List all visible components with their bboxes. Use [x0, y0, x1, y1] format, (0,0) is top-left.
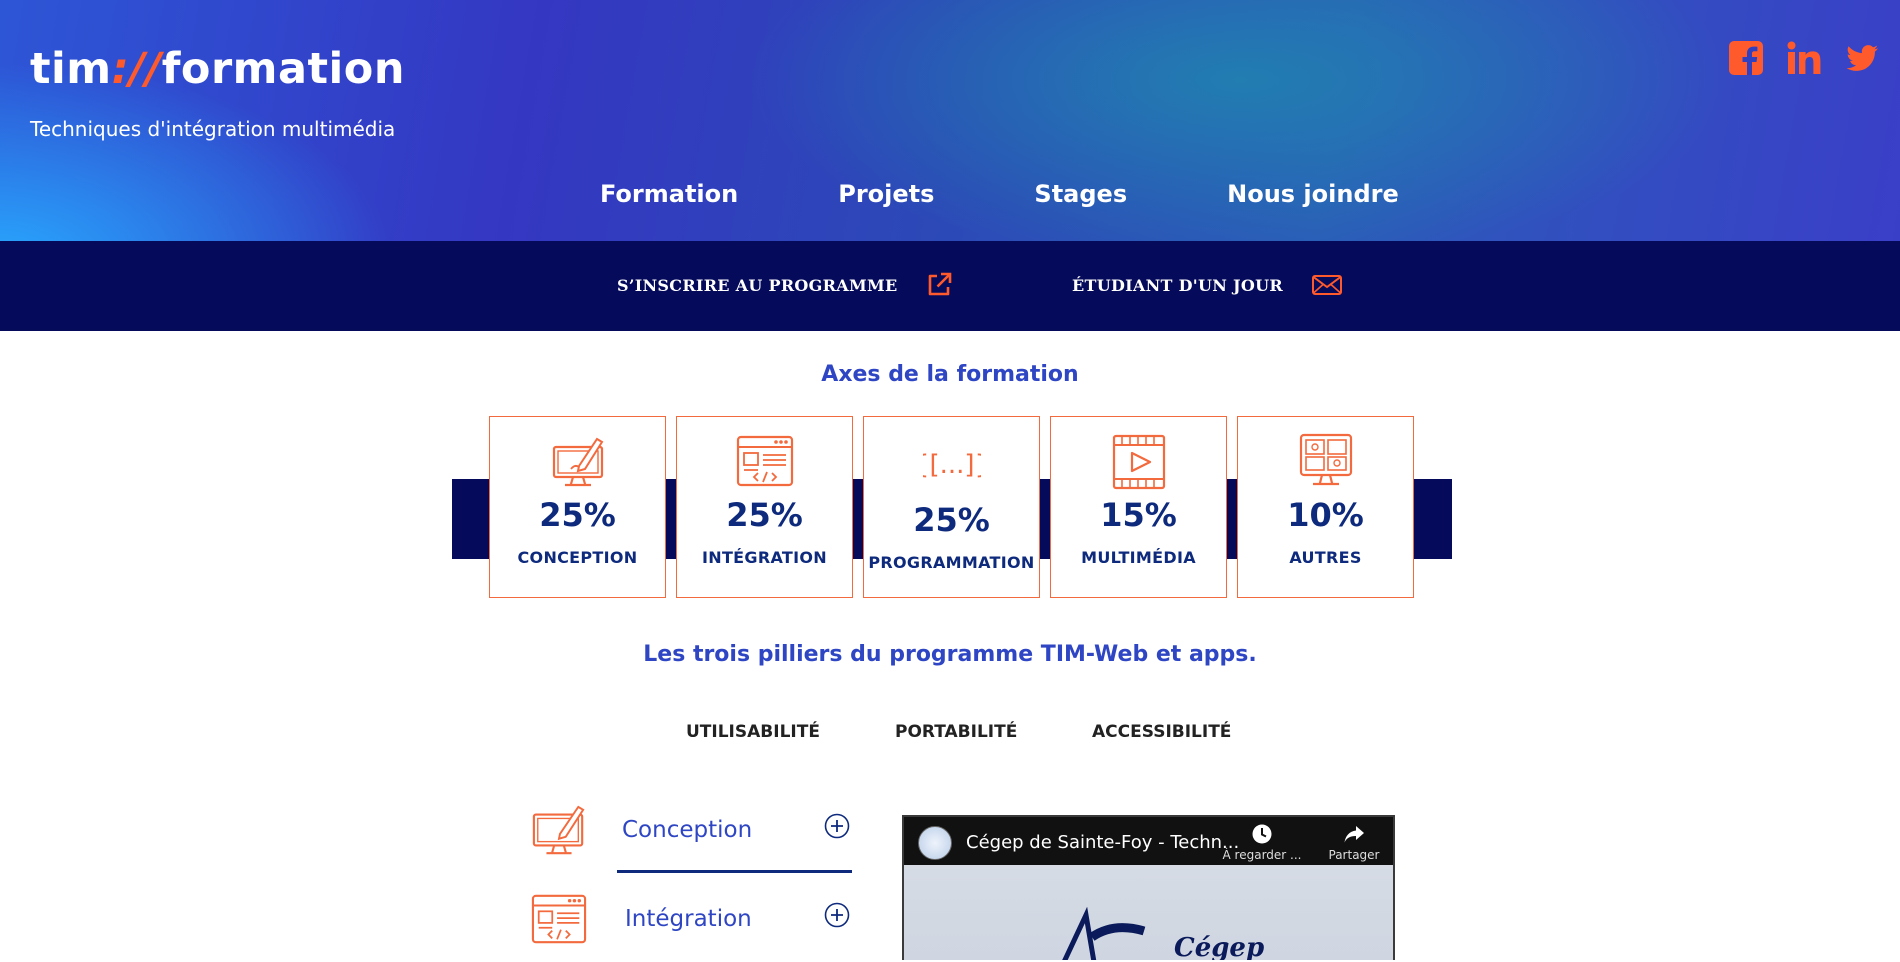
video-top-bar: Cégep de Sainte-Foy - Techn... À regarde…	[904, 817, 1393, 865]
pillar-tab-utilisabilite[interactable]: UTILISABILITÉ	[686, 722, 820, 742]
facebook-icon	[1729, 41, 1763, 75]
share-button[interactable]: Partager	[1324, 823, 1384, 862]
accordion-item-integration[interactable]: Intégration	[530, 892, 852, 962]
site-header: tim://formation Techniques d'intégration…	[0, 0, 1900, 241]
svg-text:{[...]}: {[...]}	[923, 450, 981, 480]
clock-icon	[1252, 824, 1272, 844]
watch-later-label: À regarder ...	[1222, 848, 1302, 862]
pillars-heading: Les trois pilliers du programme TIM-Web …	[643, 642, 1257, 667]
axis-value: 25%	[726, 496, 803, 534]
accordion-title: Intégration	[625, 906, 752, 932]
accordion-item-conception[interactable]: Conception	[530, 803, 852, 873]
axis-label: MULTIMÉDIA	[1081, 548, 1196, 567]
external-link-icon	[929, 272, 952, 296]
monitor-pencil-icon	[552, 437, 603, 487]
browser-code-icon	[531, 894, 587, 944]
axes-heading: Axes de la formation	[821, 362, 1079, 387]
logo-text-tim: tim	[30, 44, 112, 94]
axis-card-integration: 25% INTÉGRATION	[676, 416, 853, 598]
site-logo[interactable]: tim://formation	[30, 44, 405, 94]
video-title[interactable]: Cégep de Sainte-Foy - Techn...	[966, 832, 1239, 853]
pillar-tab-accessibilite[interactable]: ACCESSIBILITÉ	[1092, 722, 1231, 742]
axis-label: AUTRES	[1289, 548, 1362, 567]
accordion-title: Conception	[622, 817, 753, 843]
twitter-link[interactable]	[1844, 40, 1880, 76]
plus-circle-icon[interactable]	[824, 813, 850, 839]
main-nav: Formation Projets Stages Nous joindre	[600, 180, 1399, 208]
site-tagline: Techniques d'intégration multimédia	[30, 117, 396, 141]
register-program-label: S’INSCRIRE AU PROGRAMME	[617, 275, 898, 295]
mail-icon	[1312, 275, 1343, 295]
channel-avatar[interactable]	[918, 826, 952, 860]
axis-card-conception: 25% CONCEPTION	[489, 416, 666, 598]
axis-card-multimedia: 15% MULTIMÉDIA	[1050, 416, 1227, 598]
accordion-active-underline	[617, 870, 852, 873]
pillar-tab-portabilite[interactable]: PORTABILITÉ	[895, 722, 1017, 742]
axis-label: PROGRAMMATION	[868, 553, 1035, 572]
logo-text-slash: ://	[111, 44, 162, 94]
register-program-link[interactable]: S’INSCRIRE AU PROGRAMME	[617, 271, 953, 299]
monitor-pencil-icon	[532, 805, 585, 855]
axis-label: CONCEPTION	[517, 548, 638, 567]
share-label: Partager	[1328, 848, 1380, 862]
nav-projets[interactable]: Projets	[838, 180, 934, 208]
monitor-grid-icon	[1299, 433, 1352, 486]
student-day-label: ÉTUDIANT D'UN JOUR	[1072, 275, 1284, 295]
nav-stages[interactable]: Stages	[1034, 180, 1127, 208]
axis-value: 10%	[1287, 496, 1364, 534]
axis-card-autres: 10% AUTRES	[1237, 416, 1414, 598]
plus-circle-icon[interactable]	[824, 902, 850, 928]
facebook-link[interactable]	[1728, 40, 1764, 76]
axis-value: 25%	[539, 496, 616, 534]
student-day-link[interactable]: ÉTUDIANT D'UN JOUR	[1072, 271, 1343, 299]
axis-value: 15%	[1100, 496, 1177, 534]
social-links	[1728, 40, 1880, 76]
twitter-icon	[1846, 45, 1878, 71]
college-logo-text: Cégep	[1174, 933, 1265, 960]
nav-formation[interactable]: Formation	[600, 180, 738, 208]
axis-label: INTÉGRATION	[702, 548, 827, 567]
brackets-code-icon: {[...]}	[923, 450, 981, 480]
share-arrow-icon	[1344, 826, 1364, 843]
browser-code-icon	[736, 435, 793, 487]
video-embed[interactable]: Cégep de Sainte-Foy - Techn... À regarde…	[902, 815, 1395, 960]
linkedin-icon	[1787, 41, 1821, 74]
film-play-icon	[1112, 434, 1165, 490]
college-logo-graphic	[1062, 907, 1146, 960]
watch-later-button[interactable]: À regarder ...	[1218, 823, 1306, 862]
logo-text-formation: formation	[161, 44, 405, 94]
nav-nous-joindre[interactable]: Nous joindre	[1227, 180, 1399, 208]
axis-value: 25%	[913, 501, 990, 539]
linkedin-link[interactable]	[1786, 40, 1822, 76]
axes-cards: 25% CONCEPTION 25% INTÉGRATION {[...]} 2…	[489, 416, 1414, 598]
cta-bar: S’INSCRIRE AU PROGRAMME ÉTUDIANT D'UN JO…	[0, 241, 1900, 331]
axis-card-programmation: {[...]} 25% PROGRAMMATION	[863, 416, 1040, 598]
